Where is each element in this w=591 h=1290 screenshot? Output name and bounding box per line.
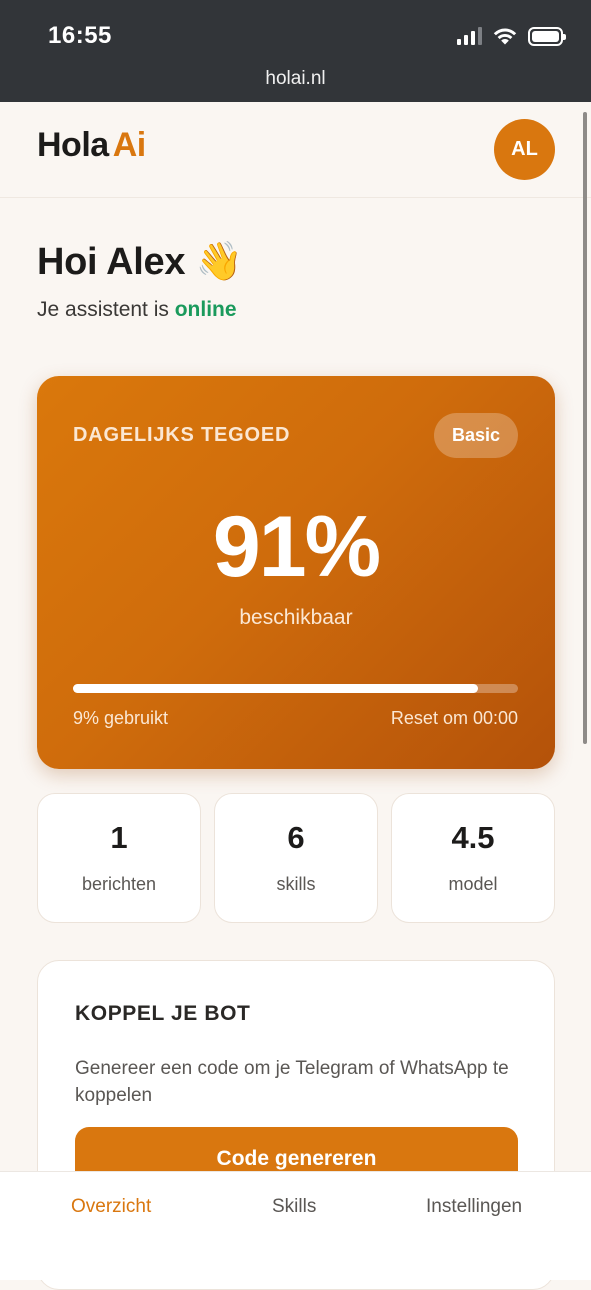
avatar[interactable]: AL [494, 119, 555, 180]
nav-item-settings[interactable]: Instellingen [426, 1196, 522, 1218]
scrollbar[interactable] [583, 112, 587, 744]
bottom-nav: Overzicht Skills Instellingen [0, 1171, 591, 1280]
stat-card-model: 4.5 model [391, 793, 555, 923]
stat-card-messages: 1 berichten [37, 793, 201, 923]
connect-bot-description: Genereer een code om je Telegram of What… [75, 1058, 509, 1106]
stat-value: 1 [110, 820, 128, 855]
connect-bot-title: KOPPEL JE BOT [75, 1002, 251, 1025]
plan-badge: Basic [434, 413, 518, 458]
reset-label: Reset om 00:00 [390, 708, 518, 728]
online-status: online [174, 298, 237, 321]
used-label: 9% gebruikt [73, 708, 169, 728]
status-time: 16:55 [48, 22, 112, 49]
nav-item-overview[interactable]: Overzicht [71, 1196, 151, 1218]
stat-label: skills [276, 874, 316, 894]
status-bar: 16:55 holai.nl [0, 0, 591, 102]
signal-icon [457, 27, 482, 45]
status-icons [457, 26, 566, 46]
credit-progress [73, 684, 518, 693]
stat-value: 4.5 [451, 820, 495, 855]
assistant-status: Je assistent is online [37, 298, 237, 322]
nav-item-skills[interactable]: Skills [272, 1196, 316, 1218]
daily-credit-label: DAGELIJKS TEGOED [73, 424, 291, 446]
app-header: Hola Ai AL [0, 102, 591, 198]
greeting-title: Hoi Alex 👋 [37, 241, 243, 283]
assistant-status-prefix: Je assistent is [37, 298, 169, 321]
credit-progress-fill [73, 684, 478, 693]
stat-label: berichten [81, 874, 157, 894]
logo-text-hola: Hola [37, 126, 109, 164]
logo[interactable]: Hola Ai [37, 126, 146, 165]
battery-icon [528, 26, 566, 46]
daily-credit-card: DAGELIJKS TEGOED Basic 91% beschikbaar 9… [37, 376, 555, 769]
stat-value: 6 [287, 820, 305, 855]
credit-percent: 91% [212, 499, 381, 595]
logo-text-ai: Ai [112, 126, 147, 164]
available-label: beschikbaar [239, 606, 353, 629]
stat-label: model [448, 874, 498, 894]
stat-card-skills: 6 skills [214, 793, 378, 923]
url-bar[interactable]: holai.nl [0, 68, 591, 90]
wifi-icon [493, 28, 517, 45]
